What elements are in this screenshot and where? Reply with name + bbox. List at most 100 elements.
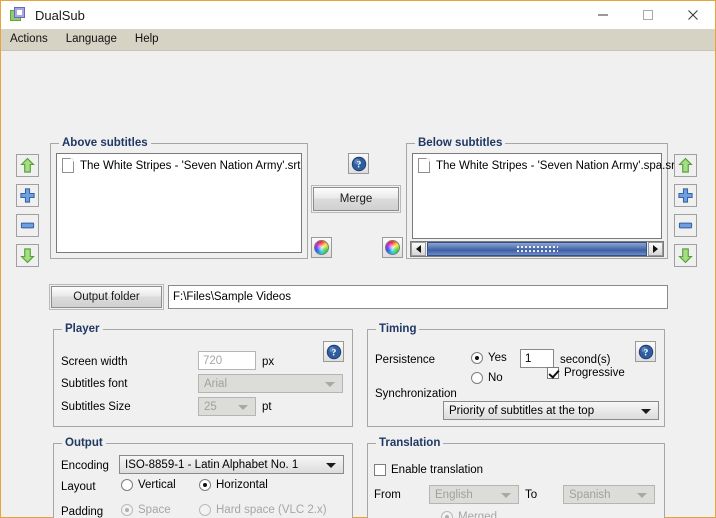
scroll-right-button[interactable]	[648, 242, 663, 256]
padding-space-radio[interactable]	[121, 504, 133, 516]
below-color-button[interactable]	[382, 237, 403, 258]
padding-hardspace-label: Hard space (VLC 2.x)	[216, 504, 327, 516]
menu-item-actions[interactable]: Actions	[1, 29, 57, 50]
encoding-label: Encoding	[61, 460, 109, 472]
synchronization-combo[interactable]: Priority of subtitles at the top	[443, 401, 659, 420]
above-subtitles-list[interactable]: The White Stripes - 'Seven Nation Army'.…	[56, 153, 302, 253]
padding-space-radio-row[interactable]: Space	[121, 504, 171, 516]
file-icon	[62, 158, 74, 173]
file-icon	[418, 158, 430, 173]
above-add-button[interactable]	[16, 184, 39, 207]
padding-hardspace-radio-row[interactable]: Hard space (VLC 2.x)	[199, 504, 327, 516]
encoding-combo[interactable]: ISO-8859-1 - Latin Alphabet No. 1	[119, 455, 344, 474]
persistence-seconds-input[interactable]: 1	[520, 349, 554, 368]
below-remove-button[interactable]	[674, 214, 697, 237]
persistence-no-radio[interactable]	[471, 372, 483, 384]
to-label: To	[525, 489, 538, 501]
below-file-name: The White Stripes - 'Seven Nation Army'.…	[436, 159, 679, 172]
player-help-button[interactable]	[323, 341, 344, 362]
translation-merged-label: Merged	[458, 511, 497, 518]
progressive-checkbox-row[interactable]: Progressive	[547, 367, 625, 379]
menu-item-help[interactable]: Help	[126, 29, 168, 50]
translation-group: Translation	[367, 437, 665, 518]
above-color-button[interactable]	[311, 237, 332, 258]
below-add-button[interactable]	[674, 184, 697, 207]
player-legend: Player	[62, 323, 103, 335]
persistence-label: Persistence	[375, 354, 436, 366]
from-language-value: English	[435, 488, 473, 501]
timing-help-button[interactable]	[635, 341, 656, 362]
app-icon	[10, 7, 26, 23]
below-move-up-button[interactable]	[674, 154, 697, 177]
close-button[interactable]	[670, 1, 715, 29]
layout-horizontal-radio[interactable]	[199, 479, 211, 491]
persistence-yes-radio[interactable]	[471, 352, 483, 364]
from-label: From	[374, 489, 401, 501]
persistence-yes-label: Yes	[488, 352, 507, 364]
chevron-right-icon	[653, 245, 658, 253]
screen-width-unit-label: px	[262, 356, 275, 368]
above-subtitles-legend: Above subtitles	[59, 137, 151, 149]
above-remove-button[interactable]	[16, 214, 39, 237]
subtitles-font-value: Arial	[204, 377, 228, 390]
menu-bar: Actions Language Help	[1, 29, 715, 51]
subtitles-font-combo[interactable]: Arial	[198, 374, 343, 393]
window-controls	[580, 1, 715, 29]
translation-merged-radio-row[interactable]: Merged	[441, 511, 497, 518]
subtitles-size-value: 25	[204, 400, 217, 413]
persistence-no-label: No	[488, 372, 503, 384]
minimize-button[interactable]	[580, 1, 625, 29]
synchronization-label: Synchronization	[375, 388, 457, 400]
progressive-label: Progressive	[564, 367, 625, 379]
from-language-combo[interactable]: English	[429, 485, 519, 504]
grip-icon	[516, 245, 558, 253]
scroll-left-button[interactable]	[411, 242, 426, 256]
chevron-down-icon	[325, 381, 335, 387]
enable-translation-checkbox[interactable]	[374, 464, 386, 476]
dualsub-window: DualSub Actions Language Help Above subt…	[0, 0, 716, 518]
layout-horizontal-radio-row[interactable]: Horizontal	[199, 479, 268, 491]
list-item[interactable]: The White Stripes - 'Seven Nation Army'.…	[57, 154, 301, 173]
subtitles-size-combo[interactable]: 25	[198, 397, 256, 416]
list-item[interactable]: The White Stripes - 'Seven Nation Army'.…	[413, 154, 678, 173]
progressive-checkbox[interactable]	[547, 367, 559, 379]
output-legend: Output	[62, 437, 106, 449]
above-move-up-button[interactable]	[16, 154, 39, 177]
scroll-track[interactable]	[426, 242, 648, 256]
color-wheel-icon	[314, 240, 329, 255]
color-wheel-icon	[385, 240, 400, 255]
screen-width-input[interactable]: 720	[198, 351, 256, 370]
merge-help-button[interactable]	[348, 153, 369, 174]
client-area: ? Above subtitles The White Stripes - 'S…	[1, 51, 715, 518]
merge-button-frame: Merge	[311, 185, 401, 213]
seconds-unit-label: second(s)	[560, 354, 611, 366]
persistence-yes-radio-row[interactable]: Yes	[471, 352, 507, 364]
scroll-thumb[interactable]	[427, 242, 647, 256]
encoding-value: ISO-8859-1 - Latin Alphabet No. 1	[125, 458, 299, 471]
persistence-no-radio-row[interactable]: No	[471, 372, 503, 384]
synchronization-value: Priority of subtitles at the top	[449, 404, 595, 417]
layout-horizontal-label: Horizontal	[216, 479, 268, 491]
chevron-down-icon	[637, 492, 647, 498]
layout-vertical-radio-row[interactable]: Vertical	[121, 479, 176, 491]
translation-merged-radio[interactable]	[441, 511, 453, 518]
output-folder-button[interactable]: Output folder	[51, 286, 162, 308]
padding-label: Padding	[61, 506, 104, 518]
layout-label: Layout	[61, 481, 96, 493]
enable-translation-checkbox-row[interactable]: Enable translation	[374, 464, 483, 476]
below-list-horizontal-scrollbar[interactable]	[410, 241, 664, 257]
left-list-toolbar	[16, 154, 39, 267]
maximize-button[interactable]	[625, 1, 670, 29]
merge-button[interactable]: Merge	[313, 187, 399, 211]
below-subtitles-list[interactable]: The White Stripes - 'Seven Nation Army'.…	[412, 153, 678, 239]
subtitles-font-label: Subtitles font	[61, 378, 128, 390]
to-language-combo[interactable]: Spanish	[563, 485, 655, 504]
chevron-down-icon	[238, 404, 248, 410]
translation-legend: Translation	[376, 437, 444, 449]
above-move-down-button[interactable]	[16, 244, 39, 267]
below-move-down-button[interactable]	[674, 244, 697, 267]
output-folder-path-input[interactable]: F:\Files\Sample Videos	[168, 285, 668, 309]
layout-vertical-radio[interactable]	[121, 479, 133, 491]
menu-item-language[interactable]: Language	[57, 29, 126, 50]
padding-hardspace-radio[interactable]	[199, 504, 211, 516]
